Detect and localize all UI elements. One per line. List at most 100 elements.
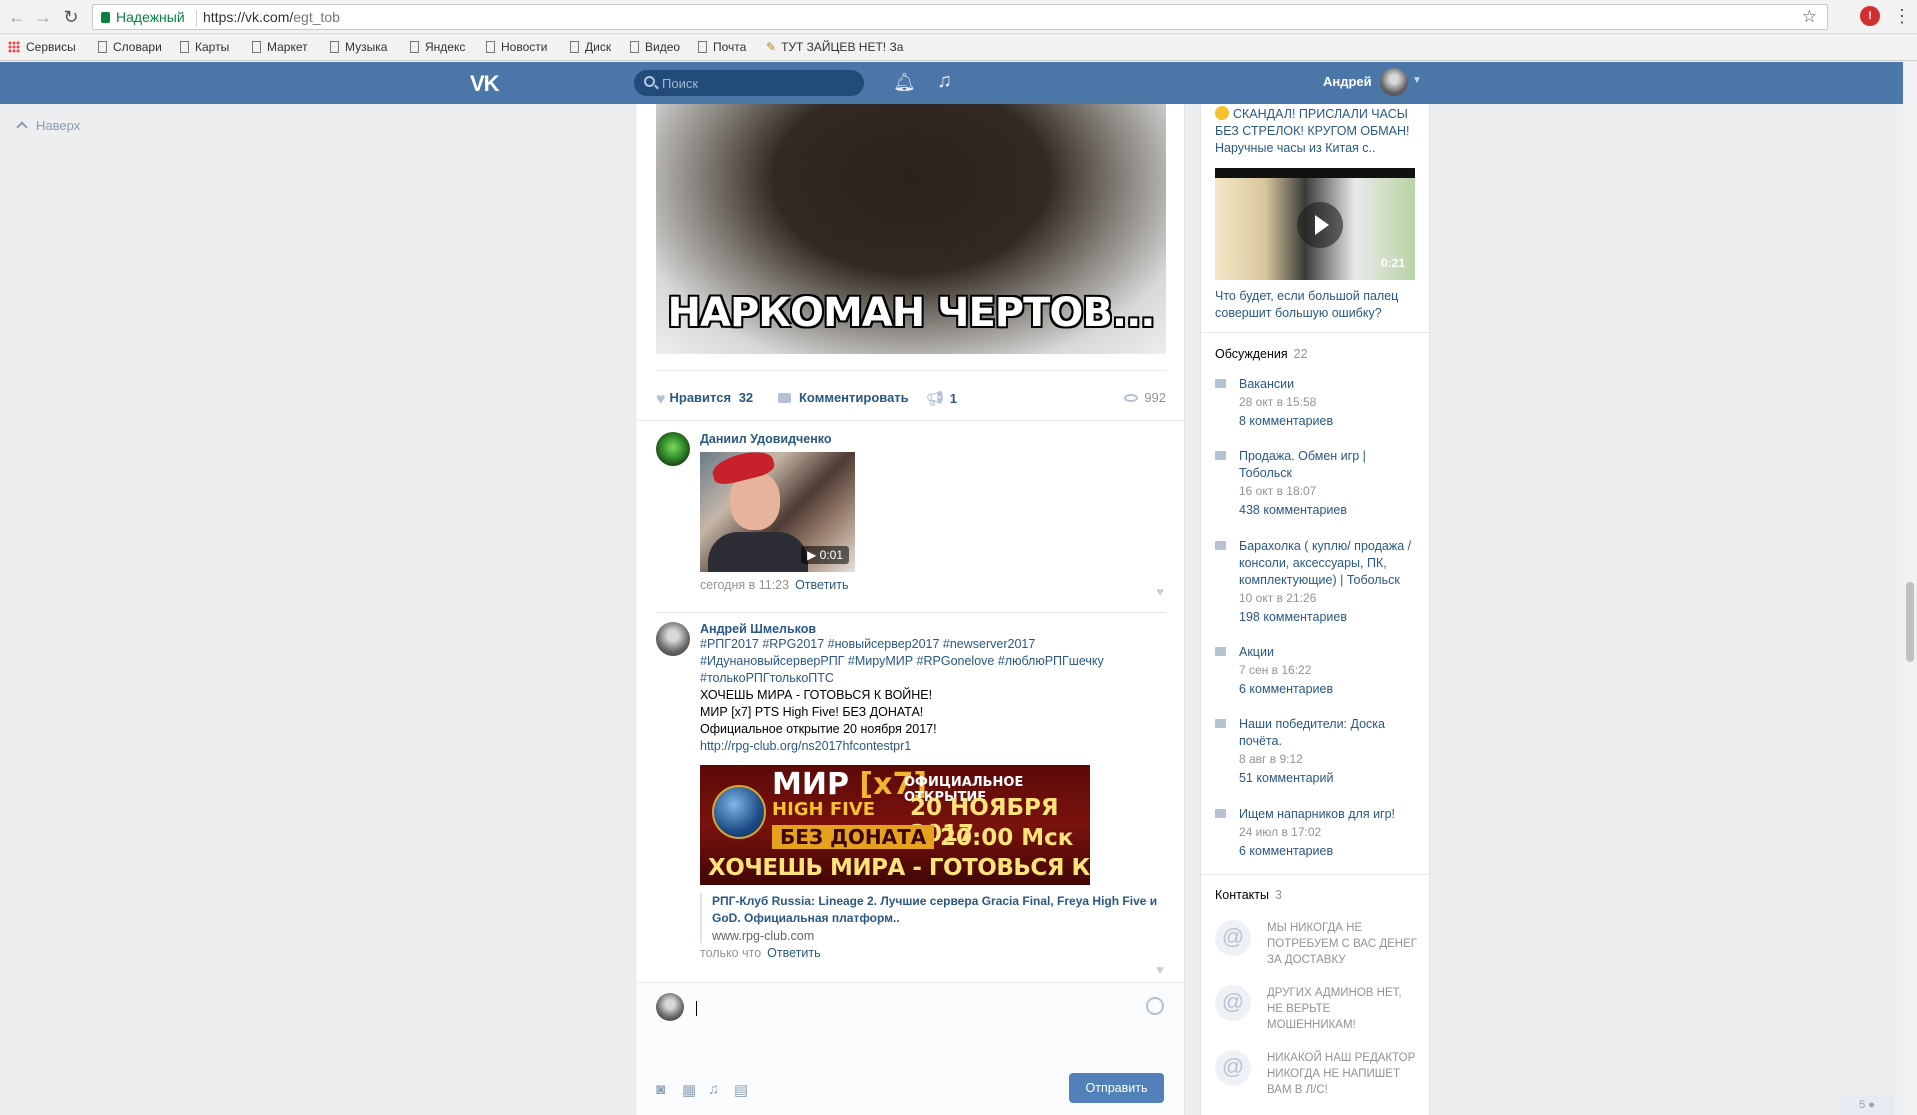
- back-icon[interactable]: ←: [6, 6, 28, 28]
- bookmark-item[interactable]: Маркет: [252, 40, 308, 54]
- link-snippet[interactable]: РПГ-Клуб Russia: Lineage 2. Лучшие серве…: [700, 893, 1166, 943]
- ad-video-caption[interactable]: Что будет, если большой палец совершит б…: [1215, 288, 1415, 322]
- page-scrollbar[interactable]: [1903, 62, 1917, 1115]
- document-icon[interactable]: ▤: [734, 1081, 748, 1099]
- user-avatar[interactable]: [1380, 68, 1408, 96]
- emoji-icon[interactable]: [1146, 997, 1164, 1015]
- url-text[interactable]: https://vk.com/egt_tob: [203, 9, 340, 25]
- ad-video-duration: 0:21: [1380, 256, 1405, 270]
- comment-like-icon[interactable]: ♥: [1156, 962, 1164, 977]
- bookmark-item[interactable]: Музыка: [330, 40, 387, 54]
- forward-icon[interactable]: →: [32, 6, 54, 28]
- bookmark-item[interactable]: Почта: [698, 40, 746, 54]
- views-counter: 992: [1124, 390, 1166, 405]
- comment-like-icon[interactable]: ♥: [1156, 584, 1164, 599]
- bookmark-apps[interactable]: Сервисы: [8, 40, 76, 54]
- comment-video[interactable]: ▶ 0:01: [700, 446, 855, 572]
- contacts-header[interactable]: Контакты 3: [1215, 888, 1282, 902]
- commenter-avatar[interactable]: [656, 432, 690, 466]
- chevron-up-icon: [16, 121, 28, 133]
- topic-bubble-icon: [1215, 541, 1226, 550]
- divider: [656, 612, 1166, 613]
- chevron-down-icon[interactable]: ▼: [1412, 75, 1422, 86]
- topic-bubble-icon: [1215, 809, 1226, 818]
- comment-button[interactable]: Комментировать: [778, 390, 909, 405]
- hashtags-line[interactable]: #толькоРПГтолькоПТС: [700, 670, 1166, 687]
- music-icon[interactable]: ♫: [937, 70, 952, 93]
- comment-link[interactable]: http://rpg-club.org/ns2017hfcontestpr1: [700, 738, 1166, 755]
- user-name[interactable]: Андрей: [1323, 74, 1372, 89]
- comment-item: Даниил Удовидченко ▶ 0:01 сегодня в 11:2…: [656, 432, 1166, 602]
- vk-logo[interactable]: VK: [470, 71, 500, 97]
- page-icon: [180, 41, 189, 53]
- share-button[interactable]: 📢︎ 1: [926, 390, 957, 407]
- bookmark-item[interactable]: Диск: [570, 40, 611, 54]
- bookmark-item[interactable]: Новости: [486, 40, 547, 54]
- bookmark-item[interactable]: Словари: [98, 40, 162, 54]
- music-attach-icon[interactable]: ♫: [708, 1081, 719, 1098]
- like-button[interactable]: ♥ Нравится 32: [656, 390, 753, 409]
- comment-text: ХОЧЕШЬ МИРА - ГОТОВЬСЯ К ВОЙНЕ!: [700, 688, 933, 702]
- heart-icon: ♥: [656, 391, 666, 408]
- comment-text: Официальное открытие 20 ноября 2017!: [700, 722, 937, 736]
- omnibox-divider: [196, 10, 197, 26]
- reply-link[interactable]: Ответить: [795, 578, 848, 592]
- discussions-header[interactable]: Обсуждения 22: [1215, 347, 1308, 361]
- page-icon: [330, 41, 339, 53]
- megaphone-icon: 📢︎: [926, 390, 944, 406]
- reply-link[interactable]: Ответить: [767, 946, 820, 960]
- bookmark-favicon-icon: ✎: [766, 40, 777, 54]
- bookmark-item[interactable]: ✎ ТУТ ЗАЙЦЕВ НЕТ! За: [766, 40, 903, 54]
- search-box[interactable]: [634, 70, 864, 96]
- page-icon: [410, 41, 419, 53]
- bookmark-star-icon[interactable]: ☆: [1802, 7, 1817, 27]
- search-icon: [644, 76, 655, 87]
- eye-icon: [1124, 394, 1139, 402]
- divider: [1201, 874, 1429, 875]
- bookmark-item[interactable]: Видео: [630, 40, 680, 54]
- search-input[interactable]: [662, 74, 852, 92]
- commenter-avatar[interactable]: [656, 622, 690, 656]
- page-icon: [486, 41, 495, 53]
- right-column: СКАНДАЛ! ПРИСЛАЛИ ЧАСЫ БЕЗ СТРЕЛОК! КРУГ…: [1200, 104, 1430, 1115]
- extension-icon[interactable]: !: [1860, 6, 1880, 26]
- hashtags-line[interactable]: #ИдунановыйсерверРПГ #МируМИР #RPGonelov…: [700, 653, 1166, 670]
- post-image-caption: НАРКОМАН ЧЕРТОВ...: [667, 290, 1156, 336]
- email-at-icon: @: [1215, 920, 1251, 956]
- page-icon: [98, 41, 107, 53]
- video-top-bar: [1215, 168, 1415, 178]
- post-image[interactable]: НАРКОМАН ЧЕРТОВ...: [656, 104, 1166, 354]
- secure-indicator[interactable]: Надежный: [101, 9, 185, 25]
- post-actions: ♥ Нравится 32 Комментировать 📢︎ 1 992: [656, 384, 1166, 414]
- send-button[interactable]: Отправить: [1069, 1073, 1164, 1103]
- divider: [636, 420, 1184, 421]
- hashtags-line[interactable]: #РПГ2017 #RPG2017 #новыйсервер2017 #news…: [700, 636, 1166, 653]
- notifications-bell-icon[interactable]: 🔔︎: [893, 72, 916, 93]
- comment-input[interactable]: [696, 991, 1156, 1025]
- reload-icon[interactable]: ↻: [60, 6, 82, 28]
- scrollbar-thumb[interactable]: [1906, 582, 1914, 662]
- bookmarks-bar: Сервисы Словари Карты Маркет Музыка Янде…: [0, 35, 1917, 61]
- banner-slogan: ХОЧЕШЬ МИРА - ГОТОВЬСЯ К ВОЙНЕ: [708, 855, 1090, 881]
- page-icon: [698, 41, 707, 53]
- ad-video[interactable]: 0:21: [1215, 168, 1415, 280]
- bookmark-item[interactable]: Яндекс: [410, 40, 465, 54]
- camera-icon[interactable]: ◙: [656, 1081, 665, 1098]
- comment-author[interactable]: Даниил Удовидченко: [700, 432, 1166, 446]
- browser-toolbar: ← → ↻ Надежный https://vk.com/egt_tob ☆ …: [0, 0, 1917, 34]
- promo-banner-image[interactable]: МИР [x7] ОФИЦИАЛЬНОЕ ОТКРЫТИЕ HIGH FIVE …: [700, 765, 1090, 885]
- comment-author[interactable]: Андрей Шмельков: [700, 622, 1166, 636]
- snippet-domain: www.rpg-club.com: [712, 929, 815, 943]
- ad-title[interactable]: СКАНДАЛ! ПРИСЛАЛИ ЧАСЫ БЕЗ СТРЕЛОК! КРУГ…: [1215, 106, 1415, 157]
- online-counter-badge[interactable]: 5 ●: [1840, 1096, 1894, 1115]
- snippet-title[interactable]: РПГ-Клуб Russia: Lineage 2. Лучшие серве…: [712, 893, 1166, 927]
- comment-bubble-icon: [778, 393, 791, 403]
- scroll-to-top-link[interactable]: Наверх: [16, 118, 80, 133]
- play-icon[interactable]: [1297, 202, 1343, 248]
- video-attach-icon[interactable]: ▦: [682, 1081, 696, 1099]
- person-icon: ●: [1868, 1099, 1875, 1111]
- browser-menu-icon[interactable]: ⋮: [1893, 6, 1911, 26]
- page-icon: [252, 41, 261, 53]
- bookmark-item[interactable]: Карты: [180, 40, 229, 54]
- address-bar[interactable]: Надежный https://vk.com/egt_tob ☆: [92, 4, 1828, 30]
